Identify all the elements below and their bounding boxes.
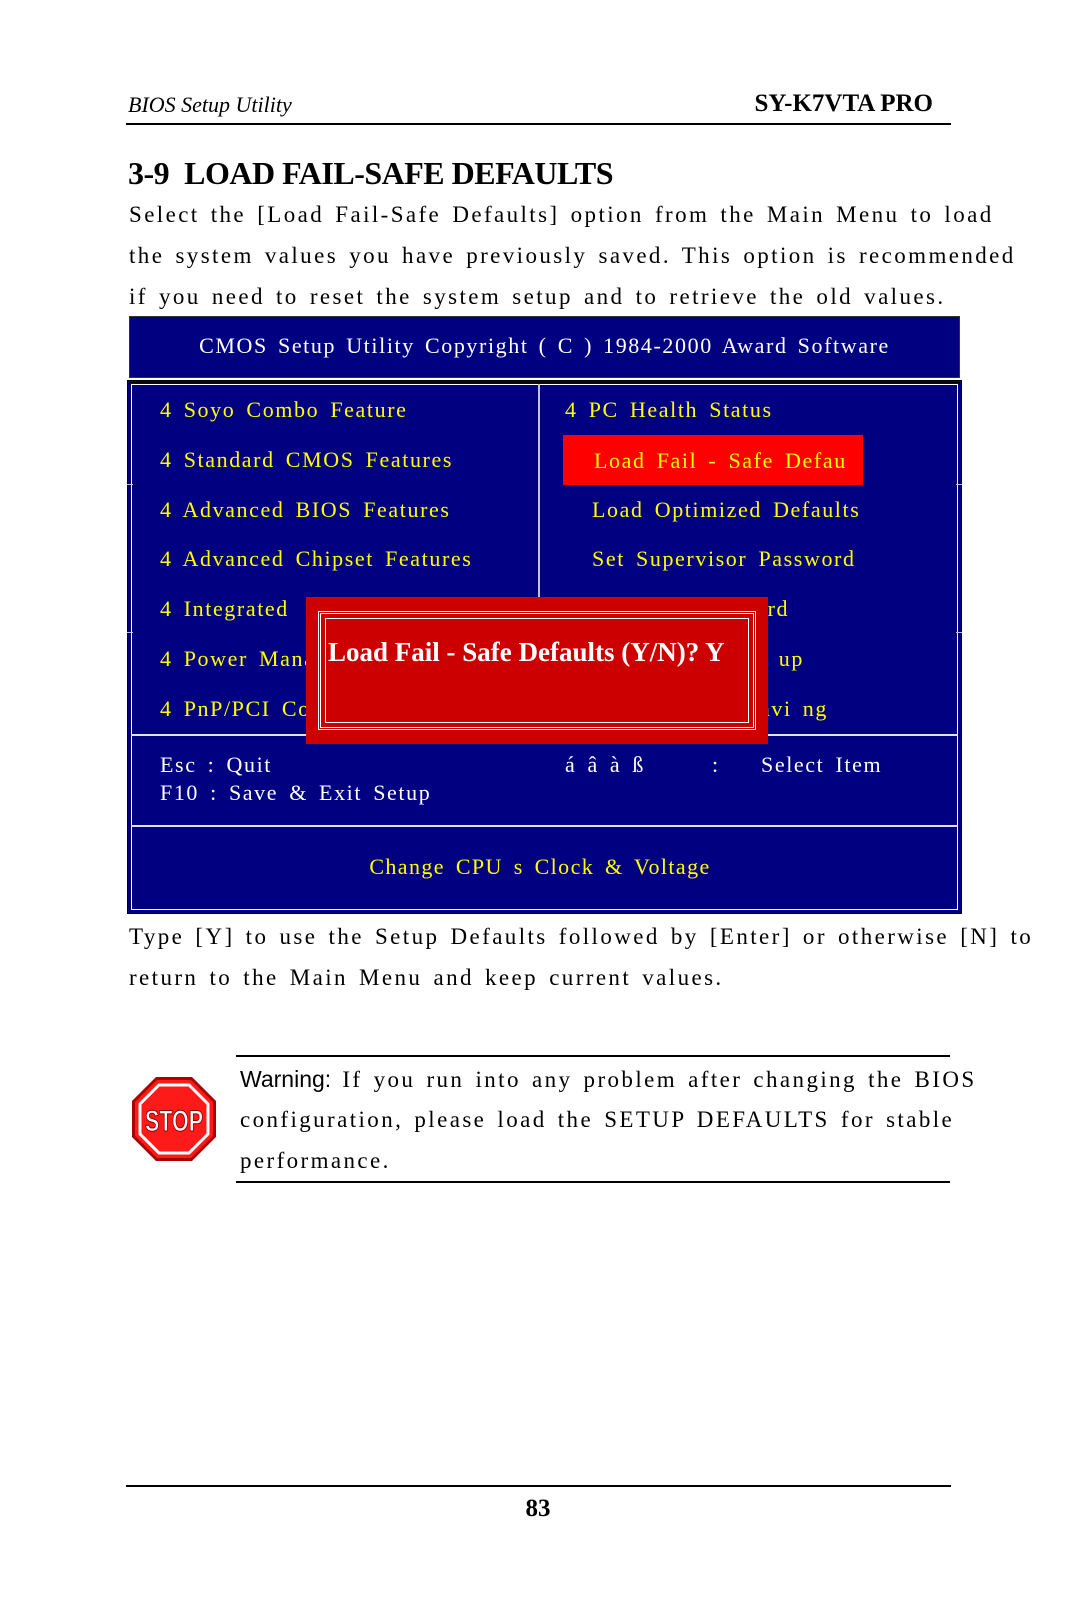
bios-tick (956, 484, 962, 485)
dialog-frame (318, 611, 756, 730)
menu-item-advanced-chipset[interactable]: 4 Advanced Chipset Features (160, 546, 472, 572)
instruction-line-2: return to the Main Menu and keep current… (129, 965, 724, 990)
bios-status-divider (131, 825, 958, 827)
menu-item-load-fail-safe-selected[interactable]: Load Fail - Safe Defau (563, 435, 863, 485)
header-rule (126, 123, 951, 125)
menu-item-load-optimized[interactable]: Load Optimized Defaults (592, 497, 860, 523)
bios-title-text: CMOS Setup Utility Copyright ( C ) 1984-… (199, 333, 890, 358)
menu-item-standard-cmos[interactable]: 4 Standard CMOS Features (160, 447, 453, 473)
key-hint-esc: Esc : Quit (160, 752, 272, 777)
confirm-dialog[interactable]: Load Fail - Safe Defaults (Y/N)? Y (306, 597, 768, 744)
key-hint-f10: F10 : Save & Exit Setup (160, 780, 432, 805)
menu-item-advanced-bios[interactable]: 4 Advanced BIOS Features (160, 497, 451, 523)
bios-tick (127, 484, 133, 485)
warning-rule-bottom (236, 1181, 950, 1183)
menu-item-pnp-pci[interactable]: 4 PnP/PCI Co (160, 696, 311, 722)
intro-line-1: Select the [Load Fail-Safe Defaults] opt… (129, 202, 994, 227)
footer-rule (126, 1485, 951, 1487)
intro-line-2: the system values you have previously sa… (129, 243, 1016, 268)
dialog-inner-frame (325, 618, 749, 723)
menu-item-exit-without-saving-partial[interactable]: avi ng (760, 696, 828, 722)
warning-line-3: performance. (240, 1148, 391, 1173)
key-hint-colon: : (712, 752, 720, 777)
intro-line-3: if you need to reset the system setup an… (129, 284, 946, 309)
svg-text:STOP: STOP (145, 1105, 203, 1138)
menu-item-pc-health[interactable]: 4 PC Health Status (565, 397, 773, 423)
section-title: 3-9 LOAD FAIL-SAFE DEFAULTS (128, 155, 614, 191)
dialog-prompt: Load Fail - Safe Defaults (Y/N)? Y (328, 637, 725, 667)
bios-tick (956, 632, 962, 633)
running-header-model: SY-K7VTA PRO (754, 90, 933, 117)
warning-line-1: Warning: If you run into any problem aft… (240, 1066, 977, 1093)
warning-rule-top (236, 1055, 950, 1057)
key-hint-select-item: Select Item (761, 752, 883, 777)
page-number: 83 (525, 1495, 551, 1522)
warning-label: Warning: (240, 1066, 332, 1092)
bios-title-bar: CMOS Setup Utility Copyright ( C ) 1984-… (129, 316, 960, 378)
menu-item-power-management[interactable]: 4 Power Mana (160, 646, 316, 672)
instruction-line-1: Type [Y] to use the Setup Defaults follo… (129, 924, 1034, 949)
stop-sign-icon: STOP (130, 1075, 218, 1163)
warning-line-2: configuration, please load the SETUP DEF… (240, 1107, 955, 1132)
bios-tick (127, 632, 133, 633)
running-header-title: BIOS Setup Utility (128, 92, 292, 117)
menu-item-supervisor-password[interactable]: Set Supervisor Password (592, 546, 856, 572)
selected-item-label: Load Fail - Safe Defau (594, 448, 847, 473)
menu-item-soyo-combo[interactable]: 4 Soyo Combo Feature (160, 397, 408, 423)
arrow-keys-icon: á â à ß (565, 752, 645, 777)
menu-item-integrated[interactable]: 4 Integrated (160, 596, 289, 622)
bios-status-line: Change CPU s Clock & Voltage (369, 854, 711, 879)
warning-line-1-text: If you run into any problem after changi… (331, 1067, 977, 1092)
